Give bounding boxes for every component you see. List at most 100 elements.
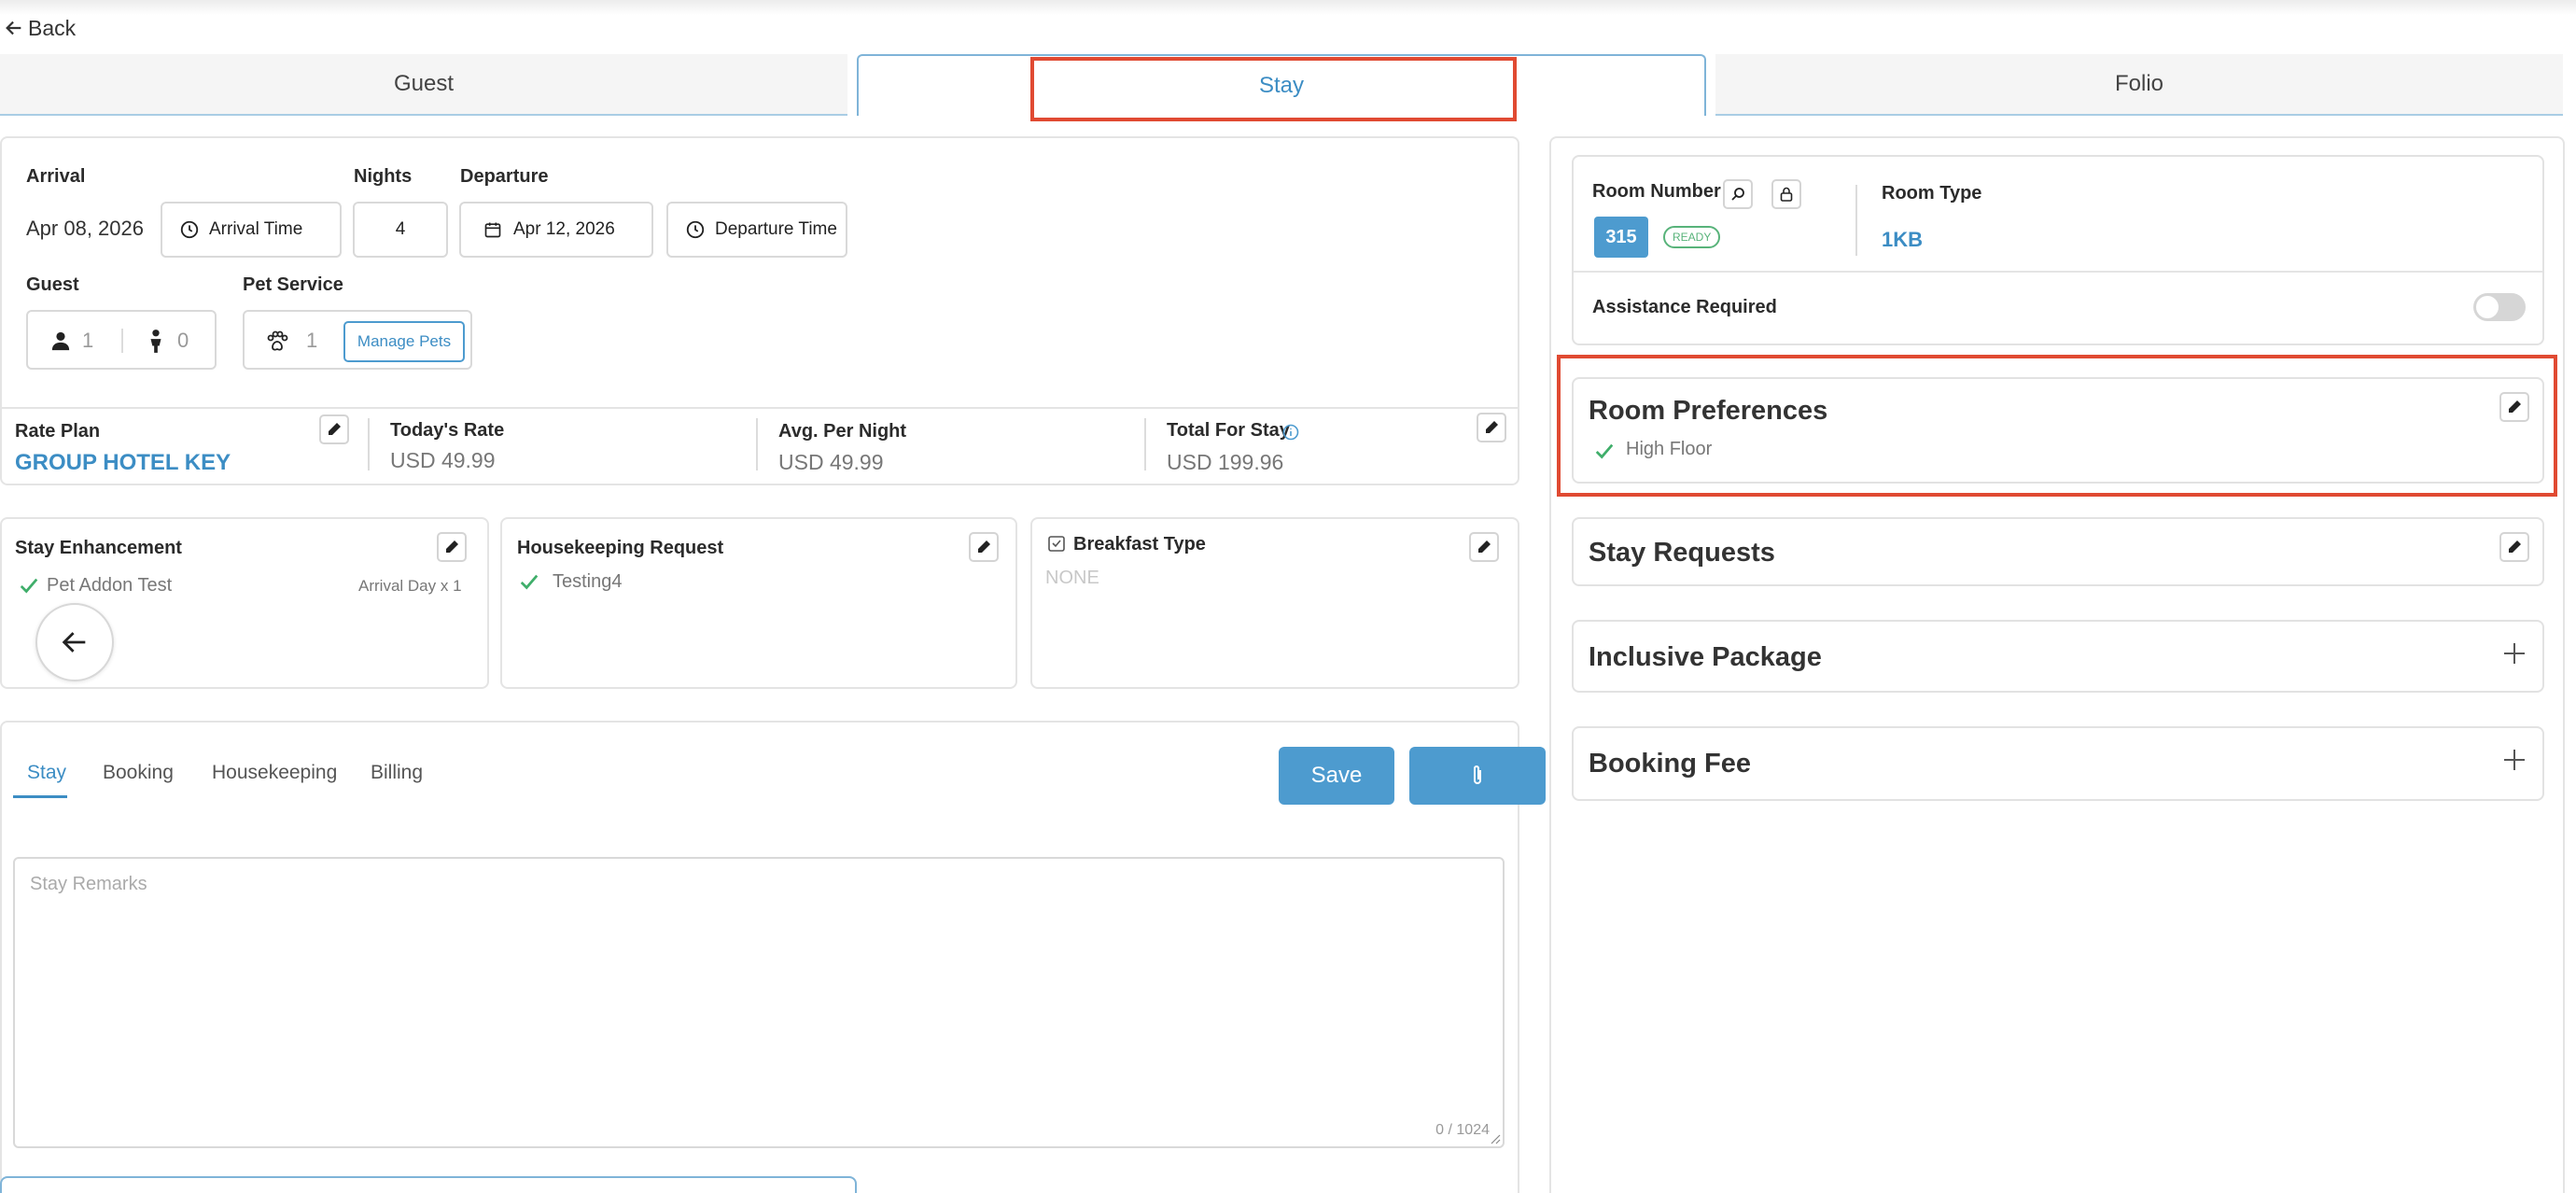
- arrow-left-icon: [62, 632, 86, 653]
- rate-plan-value[interactable]: GROUP HOTEL KEY: [15, 450, 231, 476]
- back-link[interactable]: Back: [4, 13, 76, 43]
- todays-rate-value: USD 49.99: [390, 448, 496, 472]
- tab-guest-label: Guest: [393, 71, 455, 96]
- guest-count-field[interactable]: 1 0: [26, 310, 217, 370]
- booking-fee-card[interactable]: Booking Fee: [1572, 726, 2544, 801]
- housekeeping-request-card: Housekeeping Request Testing4: [500, 517, 1017, 689]
- plus-icon[interactable]: [2501, 747, 2527, 773]
- nights-label: Nights: [354, 166, 413, 187]
- stay-remarks-textarea[interactable]: Stay Remarks 0 / 1024: [13, 857, 1505, 1148]
- assistance-label: Assistance Required: [1592, 297, 1777, 317]
- rate-divider-1: [368, 418, 370, 470]
- remarks-tab-stay[interactable]: Stay: [27, 762, 66, 784]
- stay-enhancement-card: Stay Enhancement Pet Addon Test Arrival …: [0, 517, 489, 689]
- check-icon: [20, 578, 38, 594]
- edit-breakfast-button[interactable]: [1469, 532, 1499, 562]
- room-type-label: Room Type: [1882, 183, 1982, 204]
- tab-stay[interactable]: Stay: [857, 54, 1706, 116]
- tab-folio[interactable]: Folio: [1715, 54, 2563, 116]
- edit-room-preferences-button[interactable]: [2499, 392, 2529, 422]
- edit-total-button[interactable]: [1477, 413, 1506, 442]
- save-button[interactable]: Save: [1279, 747, 1394, 805]
- edit-stay-requests-button[interactable]: [2499, 532, 2529, 562]
- assistance-toggle-knob: [2476, 296, 2499, 318]
- search-room-button[interactable]: [1723, 179, 1753, 209]
- remarks-tab-indicator: [13, 795, 67, 798]
- room-number-label: Room Number: [1592, 181, 1721, 202]
- room-card-divider: [1574, 271, 2542, 273]
- stay-enhancement-title: Stay Enhancement: [15, 538, 182, 558]
- guest-divider: [121, 329, 123, 353]
- remarks-tab-housekeeping[interactable]: Housekeeping: [212, 762, 337, 784]
- rate-divider: [2, 407, 1518, 409]
- attach-button[interactable]: [1409, 747, 1546, 805]
- manage-pets-button[interactable]: Manage Pets: [343, 321, 465, 362]
- todays-rate-label: Today's Rate: [390, 420, 505, 441]
- room-preferences-card: Room Preferences High Floor: [1572, 377, 2544, 484]
- back-label: Back: [28, 15, 77, 40]
- pencil-icon: [978, 540, 990, 553]
- check-icon: [1595, 443, 1614, 459]
- arrival-label: Arrival: [26, 166, 86, 187]
- avg-label: Avg. Per Night: [778, 421, 907, 442]
- pencil-icon: [2509, 400, 2521, 413]
- adult-count: 1: [82, 329, 94, 352]
- paperclip-icon: [1474, 765, 1481, 784]
- tab-guest[interactable]: Guest: [0, 54, 847, 116]
- departure-time-field[interactable]: Departure Time: [666, 202, 847, 258]
- stay-requests-title: Stay Requests: [1589, 538, 1775, 568]
- departure-date-field[interactable]: Apr 12, 2026: [459, 202, 653, 258]
- child-count: 0: [177, 329, 189, 352]
- breakfast-type-card: Breakfast Type NONE: [1030, 517, 1519, 689]
- pencil-icon: [1478, 540, 1491, 553]
- edit-rate-plan-button[interactable]: [319, 414, 349, 444]
- arrival-date[interactable]: Apr 08, 2026: [26, 217, 144, 241]
- stay-requests-card[interactable]: Stay Requests: [1572, 517, 2544, 586]
- arrival-time-field[interactable]: Arrival Time: [161, 202, 342, 258]
- room-preference-item: High Floor: [1626, 439, 1713, 459]
- assistance-toggle[interactable]: [2473, 293, 2526, 321]
- inclusive-package-card[interactable]: Inclusive Package: [1572, 620, 2544, 693]
- back-circle-button[interactable]: [35, 603, 114, 681]
- top-shadow: [0, 0, 2576, 15]
- breakfast-icon: [1048, 536, 1065, 552]
- stay-remarks-placeholder: Stay Remarks: [30, 874, 147, 894]
- resize-handle-icon[interactable]: [1488, 1131, 1501, 1144]
- room-number-badge[interactable]: 315: [1594, 217, 1648, 258]
- plus-icon[interactable]: [2501, 640, 2527, 667]
- pet-service-label: Pet Service: [243, 274, 343, 295]
- remarks-tab-booking[interactable]: Booking: [103, 762, 174, 784]
- adult-icon: [51, 331, 70, 351]
- child-icon: [150, 330, 161, 353]
- pet-service-field: 1 Manage Pets: [243, 310, 472, 370]
- nights-input[interactable]: 4: [353, 202, 448, 258]
- paw-icon: [267, 330, 288, 351]
- clock-icon: [686, 220, 705, 239]
- avg-value: USD 49.99: [778, 450, 884, 474]
- pencil-icon: [446, 540, 458, 553]
- edit-housekeeping-button[interactable]: [969, 532, 999, 562]
- total-label: Total For Stay: [1167, 420, 1290, 441]
- remarks-counter: 0 / 1024: [1435, 1122, 1490, 1138]
- clock-icon: [180, 220, 199, 239]
- rate-divider-2: [756, 418, 758, 470]
- housekeeping-item: Testing4: [553, 571, 623, 592]
- room-type-value[interactable]: 1KB: [1882, 228, 1923, 252]
- enhancement-note: Arrival Day x 1: [358, 577, 462, 595]
- remarks-tab-billing[interactable]: Billing: [371, 762, 423, 784]
- room-preferences-title: Room Preferences: [1589, 396, 1828, 426]
- check-icon: [520, 574, 539, 590]
- guest-label: Guest: [26, 274, 79, 295]
- bottom-left-bar: [0, 1176, 857, 1193]
- housekeeping-title: Housekeeping Request: [517, 538, 724, 558]
- info-icon[interactable]: [1282, 424, 1299, 441]
- pencil-icon: [1486, 421, 1498, 433]
- arrow-left-icon: [6, 21, 21, 35]
- room-status-badge: READY: [1663, 226, 1721, 248]
- breakfast-title: Breakfast Type: [1073, 534, 1206, 554]
- departure-date: Apr 12, 2026: [513, 219, 615, 239]
- lock-room-button[interactable]: [1771, 179, 1801, 209]
- rate-plan-label: Rate Plan: [15, 421, 101, 442]
- edit-enhancement-button[interactable]: [437, 532, 467, 562]
- pencil-icon: [2509, 540, 2521, 553]
